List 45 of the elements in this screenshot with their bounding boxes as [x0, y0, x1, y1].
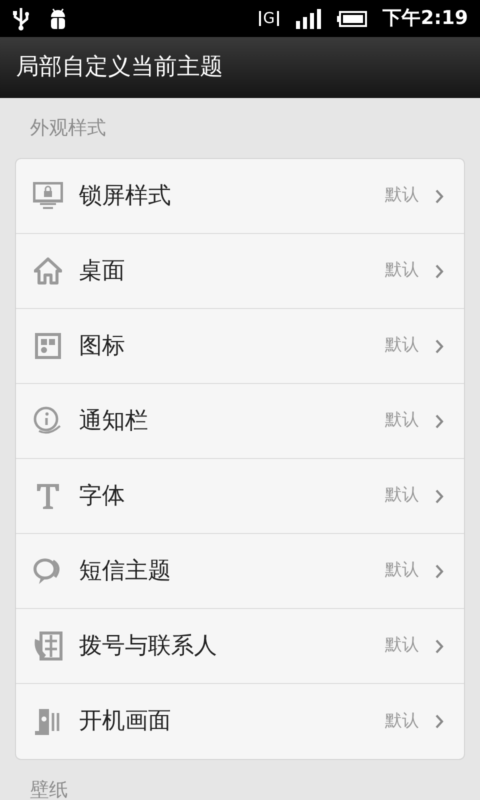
house-icon	[34, 257, 62, 285]
settings-item[interactable]: 桌面 默认	[16, 234, 464, 309]
item-label: 拨号与联系人	[79, 632, 218, 661]
item-label: 桌面	[79, 256, 126, 286]
settings-item[interactable]: 锁屏样式 默认	[16, 159, 464, 234]
chevron-icon	[435, 338, 444, 354]
chevron-icon	[435, 264, 444, 278]
settings-item[interactable]: 拨号与联系人 默认	[16, 609, 464, 684]
item-value: 默认	[385, 710, 419, 733]
item-value: 默认	[385, 184, 419, 208]
status-time: 下午2:19	[382, 6, 468, 32]
item-label: 锁屏样式	[79, 182, 172, 211]
signal-icon	[294, 8, 321, 28]
chevron-icon	[435, 564, 444, 578]
usb-icon	[12, 6, 30, 30]
item-label: 通知栏	[79, 406, 149, 436]
item-value: 默认	[385, 634, 419, 658]
chevron-icon	[435, 414, 444, 428]
chevron-icon	[435, 714, 444, 729]
monitor-lock-icon	[33, 182, 63, 210]
settings-item[interactable]: 开机画面 默认	[16, 684, 464, 759]
item-value: 默认	[385, 559, 419, 582]
window-title: 局部自定义当前主题	[16, 53, 223, 82]
network-type-label: G	[259, 11, 279, 26]
section-header: 壁纸	[29, 778, 69, 800]
item-value: 默认	[385, 334, 419, 358]
battery-icon	[336, 10, 367, 26]
info-bubble-icon	[33, 406, 63, 436]
item-value: 默认	[385, 409, 419, 432]
item-label: 字体	[79, 482, 126, 511]
letter-icon	[35, 482, 61, 510]
item-value: 默认	[385, 259, 419, 282]
item-label: 图标	[79, 332, 126, 361]
settings-item[interactable]: 通知栏 默认	[16, 384, 464, 459]
chevron-icon	[435, 188, 444, 204]
item-label: 短信主题	[79, 556, 172, 586]
chevron-icon	[435, 488, 444, 504]
settings-item[interactable]: 图标 默认	[16, 309, 464, 384]
section-header: 外观样式	[29, 116, 107, 141]
item-value: 默认	[385, 484, 419, 508]
grid-icon	[35, 333, 61, 359]
chevron-icon	[435, 638, 444, 654]
settings-item[interactable]: 短信主题 默认	[16, 534, 464, 609]
settings-item[interactable]: 字体 默认	[16, 459, 464, 534]
item-label: 开机画面	[79, 707, 172, 736]
